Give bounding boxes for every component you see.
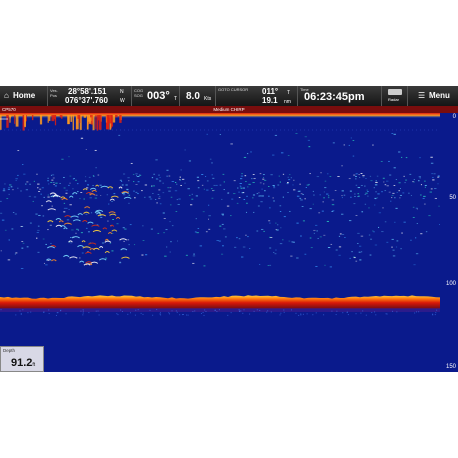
sonar-mode: Medium CHIRP (213, 107, 245, 112)
radar-label: Radar (388, 97, 399, 102)
sog-unit: Kts (204, 96, 212, 102)
menu-label: Menu (429, 91, 450, 100)
home-icon: ⌂ (4, 91, 9, 100)
sonar-display[interactable] (0, 113, 440, 372)
vessel-position: Ves. Pos 28°58'.151 N 076°37'.760 W (48, 86, 132, 106)
longitude: 076°37'.760 (65, 96, 108, 105)
longitude-hemisphere: W (120, 98, 125, 104)
home-label: Home (13, 91, 36, 100)
depth-readout: Depth 91.2ft (0, 346, 44, 372)
radar-icon (388, 89, 402, 95)
time-value: 06:23:45pm (304, 91, 365, 103)
sog-value: 8.0 (186, 91, 200, 102)
cog-value: 003° (147, 90, 170, 102)
goto-label: GOTO CURSOR (218, 87, 249, 92)
depth-label: Depth (3, 348, 16, 353)
depth-tick: 0 (452, 114, 456, 120)
home-button[interactable]: ⌂ Home (0, 86, 48, 106)
time-readout: Time 06:23:45pm (298, 86, 382, 106)
depth-unit: ft (32, 362, 36, 368)
depth-tick: 50 (449, 195, 456, 201)
depth-value-wrap: 91.2ft (11, 357, 35, 369)
menu-icon: ☰ (418, 91, 426, 100)
goto-distance-unit: nm (284, 99, 291, 105)
latitude-hemisphere: N (120, 89, 124, 95)
depth-tick: 100 (445, 281, 456, 287)
sonar-status-bar: CP570 Medium CHIRP (0, 106, 458, 113)
sog-label: SOG (134, 93, 143, 98)
cog-readout: COG SOG 003° T (132, 86, 180, 106)
menu-button[interactable]: ☰ Menu (408, 86, 458, 106)
goto-bearing-unit: T (287, 90, 291, 96)
sog-readout: 8.0 Kts (180, 86, 216, 106)
depth-scale: 0 50 100 150 (440, 113, 458, 372)
depth-tick: 150 (445, 364, 456, 370)
cog-unit: T (174, 96, 178, 102)
pos-label-2: Pos (50, 93, 57, 98)
radar-button[interactable]: Radar (382, 86, 408, 106)
databar: ⌂ Home Ves. Pos 28°58'.151 N 076°37'.760… (0, 86, 458, 106)
goto-bearing: 011° (262, 87, 279, 96)
depth-value: 91.2 (11, 357, 33, 369)
latitude: 28°58'.151 (68, 87, 107, 96)
goto-cursor-readout: GOTO CURSOR 011° T 19.1 nm (216, 86, 298, 106)
goto-distance: 19.1 (262, 96, 278, 105)
fishfinder-screen: ⌂ Home Ves. Pos 28°58'.151 N 076°37'.760… (0, 86, 458, 372)
